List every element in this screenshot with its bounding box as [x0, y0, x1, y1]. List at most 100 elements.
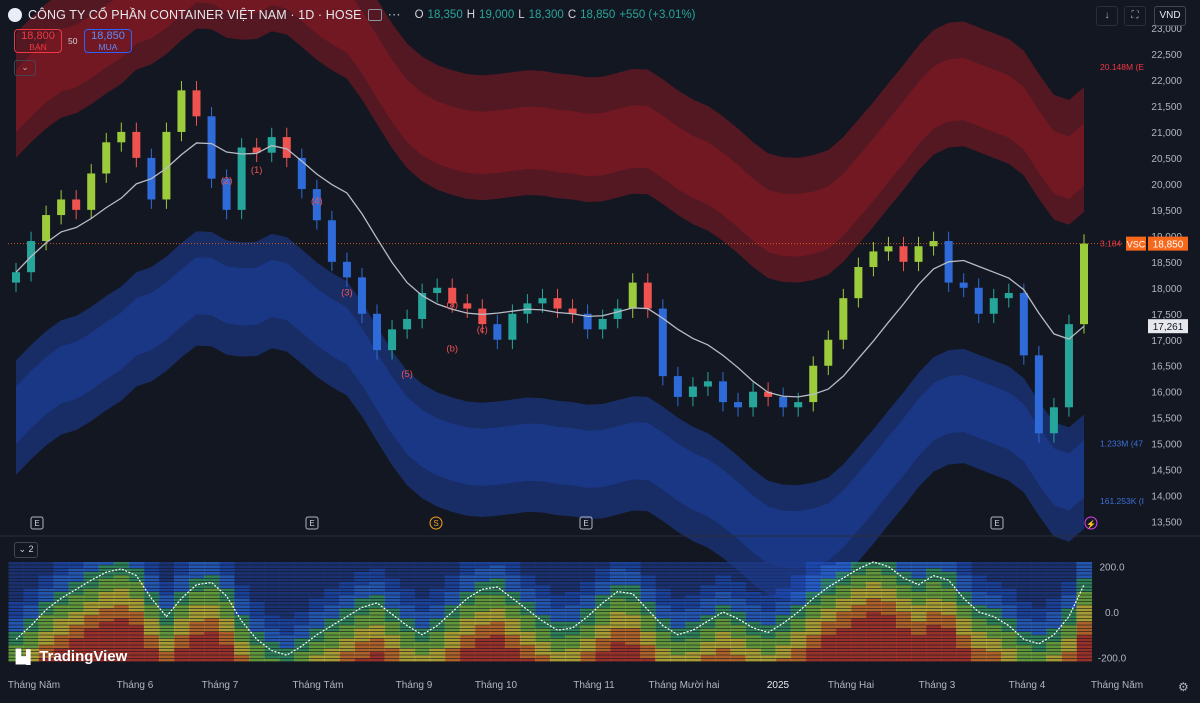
heat-cell-19-27	[294, 652, 310, 655]
heat-cell-44-8	[670, 588, 686, 592]
heat-cell-42-25	[640, 645, 656, 649]
heat-cell-47-14	[715, 608, 732, 612]
heat-cell-25-5	[384, 578, 401, 582]
sell-button[interactable]: 18,800 BÁN	[14, 29, 62, 53]
heat-cell-71-0	[1076, 562, 1093, 565]
heat-cell-35-12	[534, 602, 551, 605]
heat-cell-42-1	[640, 565, 656, 569]
more-icon[interactable]: ⋯	[388, 7, 401, 23]
heat-cell-52-19	[790, 625, 807, 629]
heat-cell-48-25	[730, 645, 747, 649]
heat-cell-69-29	[1046, 658, 1062, 662]
heat-cell-67-5	[1016, 578, 1032, 582]
heat-cell-67-19	[1016, 625, 1032, 629]
heat-cell-32-17	[489, 618, 506, 622]
fullscreen-icon[interactable]: ⛶	[1124, 6, 1146, 26]
heat-cell-30-28	[459, 655, 476, 659]
heat-cell-42-9	[640, 592, 656, 595]
heat-cell-9-1	[143, 565, 160, 569]
tradingview-logo[interactable]: ▙▌ TradingView	[16, 648, 127, 665]
currency-button[interactable]: VND	[1154, 6, 1186, 26]
indicator-collapse-button[interactable]: ⌄ 2	[14, 542, 38, 558]
time-tick-9: Tháng Hai	[828, 680, 874, 691]
heat-cell-57-27	[865, 652, 882, 655]
candle-body-35	[538, 298, 547, 304]
heat-cell-27-6	[414, 582, 431, 585]
heat-cell-23-19	[354, 625, 371, 629]
heat-cell-59-26	[895, 648, 912, 652]
heat-cell-21-13	[324, 605, 340, 609]
ohlc-change: +550 (+3.01%)	[619, 9, 696, 21]
heat-cell-39-3	[595, 572, 611, 575]
heat-cell-24-18	[369, 622, 386, 625]
heat-cell-12-22	[189, 635, 205, 639]
heat-cell-35-19	[534, 625, 551, 629]
candle-body-15	[237, 147, 246, 210]
heat-cell-45-26	[685, 648, 701, 652]
heat-cell-8-20	[128, 628, 145, 632]
heat-cell-62-9	[941, 592, 957, 595]
heat-cell-53-21	[805, 632, 822, 635]
heat-cell-23-4	[354, 575, 371, 579]
heat-cell-27-24	[414, 642, 431, 645]
heat-cell-53-2	[805, 568, 822, 572]
heat-cell-23-8	[354, 588, 371, 592]
heat-cell-4-9	[68, 592, 85, 595]
heat-cell-16-15	[249, 612, 265, 615]
heat-cell-67-17	[1016, 618, 1032, 622]
heat-cell-36-17	[550, 618, 566, 622]
heat-cell-34-7	[519, 585, 536, 589]
heat-cell-69-17	[1046, 618, 1062, 622]
heat-cell-56-11	[850, 598, 867, 602]
heat-cell-48-27	[730, 652, 747, 655]
download-icon[interactable]: ↓	[1096, 6, 1118, 26]
heat-cell-32-13	[489, 605, 506, 609]
heat-cell-55-4	[835, 575, 852, 579]
heat-cell-52-28	[790, 655, 807, 659]
heat-cell-63-28	[956, 655, 972, 659]
candle-body-21	[327, 220, 336, 262]
heat-cell-57-25	[865, 645, 882, 649]
heat-cell-5-3	[83, 572, 100, 575]
heat-cell-33-20	[504, 628, 521, 632]
heat-cell-69-1	[1046, 565, 1062, 569]
price-chart[interactable]: 23,00022,50022,00021,50021,00020,50020,0…	[0, 0, 1200, 698]
heat-cell-4-4	[68, 575, 85, 579]
collapse-legend-button[interactable]: ⌄	[14, 60, 36, 76]
heat-cell-1-15	[23, 612, 40, 615]
heat-cell-18-11	[279, 598, 295, 602]
heat-cell-12-9	[189, 592, 205, 595]
heat-cell-17-7	[264, 585, 280, 589]
heat-cell-14-21	[219, 632, 235, 635]
gear-icon[interactable]: ⚙	[1178, 680, 1192, 694]
heat-cell-63-8	[956, 588, 972, 592]
heat-cell-55-1	[835, 565, 852, 569]
heat-cell-33-1	[504, 565, 521, 569]
heat-cell-56-21	[850, 632, 867, 635]
heat-cell-57-15	[865, 612, 882, 615]
heat-cell-13-14	[204, 608, 220, 612]
heat-cell-46-11	[700, 598, 716, 602]
heat-cell-60-0	[911, 562, 927, 565]
heat-cell-51-20	[775, 628, 792, 632]
heat-cell-41-24	[625, 642, 641, 645]
heat-cell-54-8	[820, 588, 837, 592]
heat-cell-59-25	[895, 645, 912, 649]
heat-cell-65-22	[986, 635, 1002, 639]
heat-cell-12-3	[189, 572, 205, 575]
heat-cell-44-27	[670, 652, 686, 655]
heat-cell-41-1	[625, 565, 641, 569]
heat-cell-54-25	[820, 645, 837, 649]
buy-button[interactable]: 18,850 MUA	[84, 29, 132, 53]
heat-cell-29-11	[444, 598, 461, 602]
compare-icon[interactable]	[367, 9, 382, 21]
heat-cell-57-24	[865, 642, 882, 645]
heat-cell-10-1	[158, 565, 175, 569]
heat-cell-28-2	[429, 568, 446, 572]
heat-cell-60-20	[911, 628, 927, 632]
heat-cell-27-19	[414, 625, 431, 629]
heat-cell-14-12	[219, 602, 235, 605]
heat-cell-33-5	[504, 578, 521, 582]
heat-cell-14-1	[219, 565, 235, 569]
symbol-title[interactable]: CÔNG TY CỔ PHẦN CONTAINER VIỆT NAM · 1D …	[28, 8, 362, 22]
